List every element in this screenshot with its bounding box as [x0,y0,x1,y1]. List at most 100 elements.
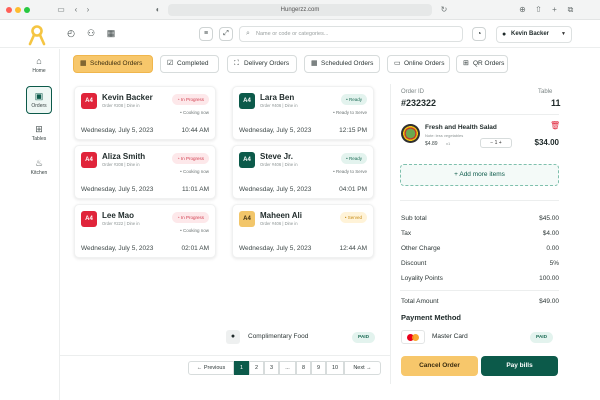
calendar-icon: ▦ [80,60,87,67]
tabs-overview-icon[interactable]: ⧉ [566,4,575,16]
pagination-page-2[interactable]: 2 [249,361,264,375]
tab-scheduled-orders-2[interactable]: ▦ Scheduled Orders [304,55,380,73]
menu-icon[interactable]: ≡ [199,27,213,41]
order-date: Wednesday, July 5, 2023 [239,127,312,134]
order-card[interactable]: A4 Lara Ben Order #406 | Dine in • Ready… [232,86,374,140]
customer-name: Steve Jr. [260,152,293,161]
order-id: #232322 [401,98,437,108]
summary-label: Sub total [401,215,427,222]
quantity-stepper[interactable]: − 1 + [480,138,512,148]
person-icon: ● [226,330,240,344]
share-icon[interactable]: ⇧ [534,4,543,16]
status-badge: ◔ In Progress [172,94,209,105]
order-card[interactable]: A4 Maheen Ali Order #406 | Dine in • Ser… [232,204,374,258]
sidebar-item-home[interactable]: ⌂ Home [26,52,52,80]
order-card[interactable]: A4 Kevin Backer Order #208 | Dine in ◔ I… [74,86,216,140]
people-icon[interactable]: ⚇ [84,27,98,41]
orders-icon: ▣ [34,91,44,101]
tab-online-orders[interactable]: ▭ Online Orders [387,55,450,73]
calendar-icon: ▦ [311,60,318,67]
tab-qr-orders[interactable]: ⊞ QR Orders [456,55,508,73]
sidebar-toggle-icon[interactable]: ▭ [56,4,66,16]
order-time: 02:01 AM [181,245,209,252]
pay-bills-button[interactable]: Pay bills [481,356,558,376]
reload-icon[interactable]: ↻ [440,4,448,16]
status-badge: ◔ In Progress [172,212,209,223]
divider [400,200,559,201]
item-name: Fresh and Health Salad [425,124,497,131]
tab-scheduled-orders[interactable]: ▦ Scheduled Orders [73,55,153,73]
sub-status: • Ready to Serve [333,169,367,174]
window-close-button[interactable] [6,7,12,13]
notification-icon[interactable]: ◔ [472,27,486,41]
arrow-right-icon: → [366,365,372,371]
pagination-next-button[interactable]: Next → [344,361,381,375]
status-badge: • Ready [341,153,367,164]
order-time: 12:15 PM [339,127,367,134]
status-badge: • Ready [341,94,367,105]
arrow-left-icon: ← [196,365,203,371]
pagination-page-9[interactable]: 9 [311,361,326,375]
search-icon: ⌕ [246,30,250,37]
item-total: $34.00 [534,138,559,147]
add-more-items-button[interactable]: + Add more items [400,164,559,186]
sidebar-item-kitchen[interactable]: ♨ Kitchen [26,154,52,182]
total-value: $49.00 [539,298,559,305]
sidebar-item-label: Orders [31,103,47,109]
check-icon: ☑ [167,60,174,67]
summary-label: Discount [401,260,427,267]
delete-icon[interactable]: 🗑 [550,121,560,130]
status-badge: • Served [339,212,367,223]
cancel-order-button[interactable]: Cancel Order [401,356,478,376]
pagination-page-1[interactable]: 1 [234,361,249,375]
order-date: Wednesday, July 5, 2023 [81,127,154,134]
table-badge: A4 [239,152,255,168]
pagination-ellipsis: ... [279,361,296,375]
order-date: Wednesday, July 5, 2023 [81,186,154,193]
home-icon: ⌂ [36,56,42,66]
user-menu[interactable]: ● Kevin Backer ▼ [496,26,572,43]
tab-delivery-orders[interactable]: ⛶ Delivery Orders [227,55,297,73]
pagination-previous-button[interactable]: ← Previous [188,361,234,375]
table-label: Table [538,89,553,95]
total-label: Total Amount [401,298,439,305]
pagination-page-3[interactable]: 3 [264,361,279,375]
minus-icon[interactable]: − [490,140,493,146]
order-card[interactable]: A4 Steve Jr. Order #406 | Dine in • Read… [232,145,374,199]
table-badge: A4 [239,93,255,109]
forward-icon[interactable]: › [84,4,92,16]
order-meta: Order #406 | Dine in [260,221,298,226]
download-icon[interactable]: ⊕ [518,4,527,16]
sidebar-item-tables[interactable]: ⊞ Tables [26,120,52,148]
search-placeholder: Name or code or categories... [256,31,329,37]
table-badge: A4 [81,211,97,227]
sidebar-item-orders[interactable]: ▣ Orders [26,86,52,114]
order-card[interactable]: A4 Aliza Smith Order #208 | Dine in ◔ In… [74,145,216,199]
sidebar-item-label: Kitchen [30,170,48,176]
fullscreen-icon[interactable]: ⤢ [219,27,233,41]
new-tab-icon[interactable]: + [550,4,559,16]
order-time: 04:01 PM [339,186,367,193]
payment-method-name: Master Card [432,333,468,340]
url-bar[interactable]: Hungerzz.com [168,4,432,16]
plus-icon[interactable]: + [499,140,502,146]
pagination-page-8[interactable]: 8 [296,361,311,375]
payment-status-badge: PAID [530,332,554,343]
order-meta: Order #222 | Dine in [102,221,140,226]
order-card[interactable]: A4 Lee Mao Order #222 | Dine in ◔ In Pro… [74,204,216,258]
order-date: Wednesday, July 5, 2023 [81,245,154,252]
calendar-icon[interactable]: ▦ [104,27,118,41]
customer-name: Lee Mao [102,211,135,220]
search-input[interactable]: ⌕ Name or code or categories... [239,26,463,42]
timer-icon[interactable]: ◴ [64,27,78,41]
order-date: Wednesday, July 5, 2023 [239,245,312,252]
qr-code-icon: ⊞ [463,60,469,67]
table-badge: A4 [239,211,255,227]
pagination-page-10[interactable]: 10 [326,361,344,375]
tab-completed[interactable]: ☑ Completed [160,55,219,73]
back-icon[interactable]: ‹ [72,4,80,16]
window-maximize-button[interactable] [24,7,30,13]
paid-badge: PAID [352,332,376,343]
order-time: 12:44 AM [339,245,367,252]
window-minimize-button[interactable] [15,7,21,13]
